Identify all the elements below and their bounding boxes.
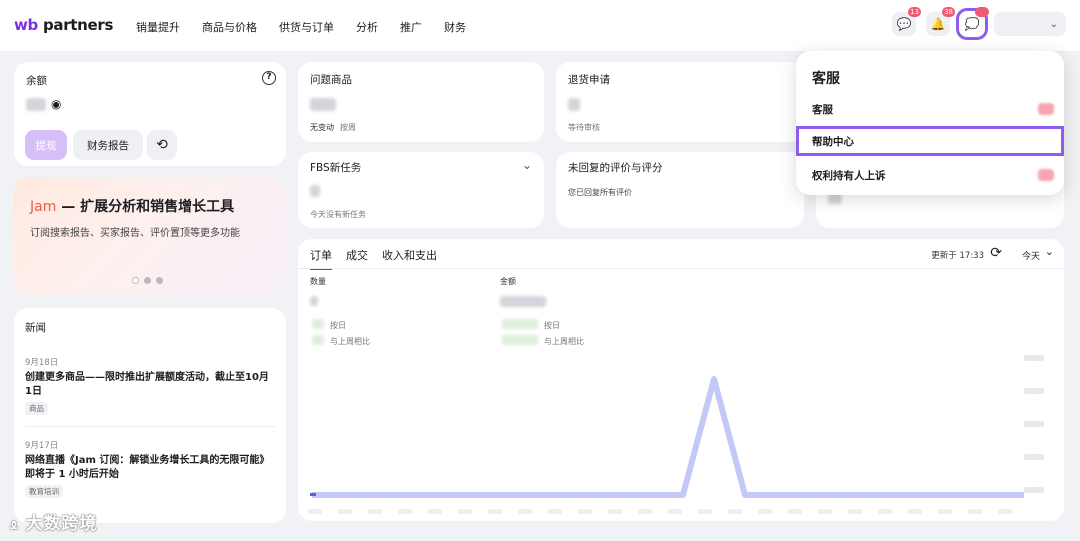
chat-icon[interactable]: 💬 13	[892, 7, 921, 36]
problem-goods-card[interactable]: 问题商品 无变动 按周	[298, 62, 544, 142]
menu-item-support[interactable]: 客服	[796, 94, 1064, 124]
top-actions: 💬 13 🔔 38 💭 ⌄	[882, 7, 1066, 40]
withdraw-button[interactable]: 提现	[25, 130, 67, 160]
bell-icon[interactable]: 🔔 38	[926, 7, 955, 36]
tag-icon: 教育培训	[25, 485, 63, 498]
nav-item-promotion[interactable]: 推广	[400, 19, 422, 35]
news-item[interactable]: 9月17日 网络直播《Jam 订阅：解锁业务增长工具的无限可能》即将于 1 小时…	[25, 439, 275, 498]
support-badge	[975, 7, 989, 17]
orders-chart	[308, 355, 1044, 514]
watermark: ᦸ 大数跨境	[10, 514, 98, 534]
news-item[interactable]: 9月18日 创建更多商品——限时推出扩展额度活动，截止至10月1日 商品	[25, 356, 275, 415]
profile-selector[interactable]: ⌄	[994, 12, 1066, 36]
chart-start-marker	[310, 493, 316, 496]
nav-item-analytics[interactable]: 分析	[356, 19, 378, 35]
tab-orders[interactable]: 订单	[310, 247, 332, 270]
refresh-icon[interactable]: ⟳	[990, 245, 1002, 261]
orders-panel: 订单 成交 收入和支出 更新于 17:33 ⟳ 今天 ⌄ 数量 按日 与上周相比…	[298, 239, 1064, 521]
jam-promo-banner[interactable]: Jam — 扩展分析和销售增长工具 订阅搜索报告、买家报告、评价置顶等更多功能	[14, 177, 286, 295]
notification-badge: 38	[942, 7, 955, 17]
tag-icon: 商品	[25, 402, 48, 415]
chevron-down-icon[interactable]: ⌄	[1045, 245, 1054, 258]
main-nav: 销量提升 商品与价格 供货与订单 分析 推广 财务	[136, 19, 488, 35]
chevron-down-icon[interactable]: ⌄	[522, 158, 532, 172]
watermark-logo-icon: ᦸ	[10, 514, 19, 534]
dropdown-title: 客服	[812, 71, 840, 87]
chat-badge: 13	[908, 7, 921, 17]
period-select[interactable]: 今天	[1022, 249, 1040, 262]
unanswered-reviews-card[interactable]: 未回复的评价与评分 您已回复所有评价	[556, 152, 804, 228]
top-navigation-bar: wb partners 销量提升 商品与价格 供货与订单 分析 推广 财务 💬 …	[0, 0, 1080, 52]
orders-tabs: 订单 成交 收入和支出	[310, 247, 451, 270]
updated-time: 更新于 17:33	[931, 251, 984, 261]
unread-badge	[1038, 103, 1054, 115]
news-card: 新闻 9月18日 创建更多商品——限时推出扩展额度活动，截止至10月1日 商品 …	[14, 308, 286, 523]
nav-item-supply-orders[interactable]: 供货与订单	[279, 19, 334, 35]
balance-card: 余额 ? ◉ 提现 财务报告 ⟲	[14, 62, 286, 166]
history-icon[interactable]: ⟲	[147, 130, 177, 160]
nav-item-sales-growth[interactable]: 销量提升	[136, 19, 180, 35]
balance-amount-hidden	[26, 98, 46, 111]
chevron-down-icon: ⌄	[1049, 18, 1058, 30]
nav-item-finance[interactable]: 财务	[444, 19, 466, 35]
menu-item-help-center[interactable]: 帮助中心	[796, 126, 1064, 156]
support-icon[interactable]: 💭	[956, 7, 989, 40]
carousel-dots[interactable]	[132, 277, 168, 284]
returns-card[interactable]: 退货申请 等待审核	[556, 62, 804, 142]
promo-title: Jam — 扩展分析和销售增长工具	[30, 199, 235, 215]
finance-report-button[interactable]: 财务报告	[73, 130, 143, 160]
tab-income-expense[interactable]: 收入和支出	[382, 247, 437, 270]
support-dropdown: 客服 客服 帮助中心 权利持有人上诉	[796, 51, 1064, 195]
fbs-tasks-card[interactable]: FBS新任务 ⌄ 今天没有新任务	[298, 152, 544, 228]
balance-title: 余额	[26, 75, 47, 87]
tab-deals[interactable]: 成交	[346, 247, 368, 270]
nav-item-products-prices[interactable]: 商品与价格	[202, 19, 257, 35]
news-title: 新闻	[25, 322, 46, 334]
help-icon[interactable]: ?	[262, 71, 276, 85]
wb-partners-logo[interactable]: wb partners	[14, 16, 113, 34]
menu-item-rights-holder-appeal[interactable]: 权利持有人上诉	[796, 160, 1064, 190]
eye-icon[interactable]: ◉	[51, 97, 61, 111]
promo-subtitle: 订阅搜索报告、买家报告、评价置顶等更多功能	[30, 228, 240, 239]
unread-badge	[1038, 169, 1054, 181]
orders-line	[312, 376, 1024, 498]
